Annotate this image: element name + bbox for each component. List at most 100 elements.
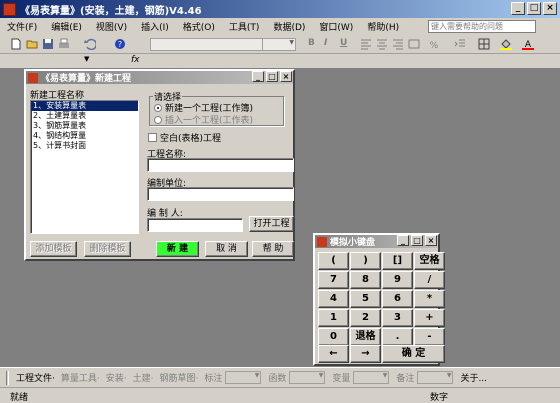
keypad-key[interactable]: 5	[350, 290, 381, 308]
menu-view[interactable]: 视图(V)	[89, 20, 134, 33]
project-list-item[interactable]: 3、钢筋算量表	[31, 121, 138, 131]
font-size-combo[interactable]	[262, 38, 296, 51]
bottom-toolbar-combo[interactable]	[417, 371, 454, 384]
keypad-key[interactable]: +	[414, 309, 445, 327]
minimize-button[interactable]: _	[511, 2, 525, 15]
keypad-key[interactable]: 7	[318, 271, 349, 289]
menu-data[interactable]: 数据(D)	[266, 20, 312, 33]
bottom-toolbar-item[interactable]: 标注	[201, 371, 225, 384]
virtual-keypad-window: 模拟小键盘 _ □ × ()[] 空格 7 8 9/4 5 6 * 1 2 3 +0 退格. - ← → …	[313, 233, 445, 366]
bottom-toolbar-item[interactable]: 安装·	[103, 371, 130, 384]
key-left-arrow[interactable]: ←	[318, 345, 349, 363]
keypad-key[interactable]: )	[350, 252, 381, 270]
bottom-toolbar-combo[interactable]	[353, 371, 390, 384]
dialog-minimize-button[interactable]: _	[252, 71, 264, 82]
menu-window[interactable]: 窗口(W)	[312, 20, 360, 33]
indent-icon[interactable]	[454, 38, 466, 50]
project-list-item[interactable]: 2、土建算量表	[31, 111, 138, 121]
keypad-key[interactable]: 8	[350, 271, 381, 289]
maximize-button[interactable]: □	[527, 2, 541, 15]
align-left-icon[interactable]	[360, 38, 372, 50]
keypad-key[interactable]: 2	[350, 309, 381, 327]
key-enter[interactable]: 确 定	[382, 345, 445, 363]
keypad-key[interactable]: *	[414, 290, 445, 308]
project-list-item[interactable]: 4、钢结构算量	[31, 131, 138, 141]
keypad-key[interactable]: 退格	[350, 328, 381, 346]
bottom-toolbar-item[interactable]: 钢筋草图·	[157, 371, 202, 384]
dialog-close-button[interactable]: ×	[280, 71, 292, 82]
bottom-toolbar-item[interactable]: 备注	[393, 371, 417, 384]
blank-project-checkbox[interactable]: 空白(表格)工程	[148, 131, 221, 144]
name-box-dropdown-icon[interactable]: ▼	[84, 55, 89, 63]
open-project-button[interactable]: 打开工程	[249, 216, 294, 232]
save-icon[interactable]	[42, 38, 54, 50]
project-list-item[interactable]: 5、计算书封面	[31, 141, 138, 151]
bottom-toolbar-item[interactable]: 关于...	[457, 371, 490, 384]
radio-off-icon	[154, 116, 162, 124]
bottom-toolbar-item[interactable]: 变量	[329, 371, 353, 384]
dialog-maximize-button[interactable]: □	[266, 71, 278, 82]
keypad-key[interactable]: 6	[382, 290, 413, 308]
menu-file[interactable]: 文件(F)	[0, 20, 44, 33]
help-button[interactable]: 帮 助	[252, 241, 294, 257]
italic-button[interactable]: I	[324, 38, 327, 48]
keypad-key[interactable]: 9	[382, 271, 413, 289]
author-input[interactable]	[147, 218, 243, 232]
keypad-key[interactable]: 3	[382, 309, 413, 327]
menu-edit[interactable]: 编辑(E)	[44, 20, 89, 33]
fx-icon[interactable]: fx	[131, 55, 140, 65]
keypad-key[interactable]: .	[382, 328, 413, 346]
create-button[interactable]: 新 建	[156, 241, 199, 257]
option-insert-radio[interactable]: 插入一个工程(工作表)	[154, 113, 253, 126]
align-center-icon[interactable]	[376, 38, 388, 50]
keypad-minimize-button[interactable]: _	[397, 235, 409, 246]
help-icon[interactable]: ?	[114, 38, 126, 50]
menu-insert[interactable]: 插入(I)	[134, 20, 176, 33]
keypad-maximize-button[interactable]: □	[411, 235, 423, 246]
delete-template-button[interactable]: 删除模板	[84, 241, 131, 257]
bottom-toolbar-item[interactable]: 工程文件·	[13, 371, 58, 384]
font-color-icon[interactable]: A	[522, 38, 534, 50]
keypad-key[interactable]: []	[382, 252, 413, 270]
unit-input[interactable]	[147, 187, 294, 201]
keypad-key[interactable]: 空格	[414, 252, 445, 270]
fill-color-icon[interactable]	[500, 38, 512, 50]
bottom-toolbar-combo[interactable]	[225, 371, 262, 384]
project-list[interactable]: 1、安装算量表 2、土建算量表 3、钢筋算量表 4、钢结构算量 5、计算书封面	[30, 100, 139, 234]
dialog-logo-icon	[28, 72, 38, 83]
undo-icon[interactable]	[84, 38, 96, 50]
app-logo-icon	[3, 2, 16, 16]
menu-tools[interactable]: 工具(T)	[222, 20, 267, 33]
keypad-key[interactable]: (	[318, 252, 349, 270]
cancel-button[interactable]: 取 消	[205, 241, 248, 257]
bold-button[interactable]: B	[308, 38, 315, 48]
print-icon[interactable]	[58, 38, 70, 50]
keypad-title-bar: 模拟小键盘 _ □ ×	[315, 235, 438, 248]
percent-icon[interactable]: %	[428, 38, 440, 50]
bottom-toolbar-item[interactable]: 土建·	[130, 371, 157, 384]
close-button[interactable]: ×	[543, 2, 557, 15]
bottom-toolbar-item[interactable]: 算量工具·	[58, 371, 103, 384]
open-folder-icon[interactable]	[26, 38, 38, 50]
keypad-close-button[interactable]: ×	[425, 235, 437, 246]
merge-cells-icon[interactable]	[408, 38, 420, 50]
keypad-key[interactable]: -	[414, 328, 445, 346]
new-file-icon[interactable]	[10, 38, 22, 50]
keypad-key[interactable]: 1	[318, 309, 349, 327]
checkbox-icon	[148, 133, 157, 142]
keypad-key[interactable]: 0	[318, 328, 349, 346]
bottom-toolbar-item[interactable]: 函数	[265, 371, 289, 384]
keypad-key[interactable]: /	[414, 271, 445, 289]
project-list-item[interactable]: 1、安装算量表	[31, 101, 138, 111]
underline-button[interactable]: U	[340, 38, 347, 48]
align-right-icon[interactable]	[392, 38, 404, 50]
menu-format[interactable]: 格式(O)	[176, 20, 222, 33]
bottom-toolbar-combo[interactable]	[289, 371, 326, 384]
menu-help[interactable]: 帮助(H)	[360, 20, 406, 33]
borders-icon[interactable]	[478, 38, 490, 50]
project-name-input[interactable]	[147, 158, 294, 172]
help-search-input[interactable]: 键入需要帮助的问题	[428, 20, 536, 33]
keypad-key[interactable]: 4	[318, 290, 349, 308]
add-template-button[interactable]: 添加模板	[30, 241, 77, 257]
key-right-arrow[interactable]: →	[350, 345, 381, 363]
